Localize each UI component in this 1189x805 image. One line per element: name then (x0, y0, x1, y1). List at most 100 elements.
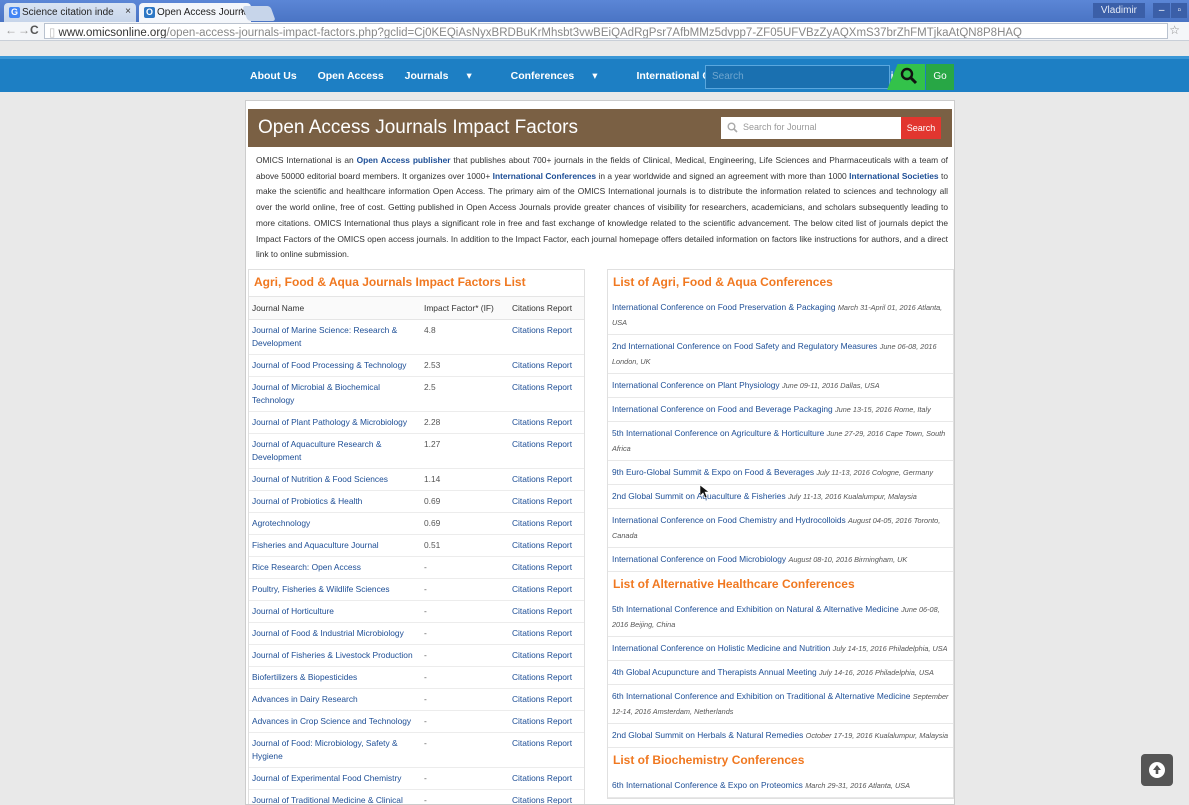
conference-link[interactable]: International Conference on Food Microbi… (608, 548, 953, 572)
open-access-publisher-link[interactable]: Open Access publisher (357, 155, 451, 165)
conference-link[interactable]: International Conference on Plant Physio… (608, 374, 953, 398)
citations-report-link[interactable]: Citations Report (509, 688, 584, 711)
window-controls[interactable]: – ▫ (1152, 3, 1187, 18)
nav-about-us[interactable]: About Us (250, 70, 297, 82)
conference-date-location: June 09-11, 2016 Dallas, USA (781, 381, 880, 390)
conference-title: 6th International Conference and Exhibit… (612, 691, 911, 701)
close-tab-icon[interactable]: × (125, 6, 131, 17)
impact-factor-value: 1.14 (421, 468, 509, 491)
conference-link[interactable]: International Conference on Food Chemist… (608, 509, 953, 548)
conference-link[interactable]: International Conference on Food and Bev… (608, 398, 953, 422)
go-button[interactable]: Go (926, 64, 954, 90)
conference-title: 6th International Conference & Expo on P… (612, 780, 803, 790)
conference-link[interactable]: 9th Euro-Global Summit & Expo on Food & … (608, 461, 953, 485)
conference-link[interactable]: 2nd International Conference on Food Saf… (608, 335, 953, 374)
conference-link[interactable]: International Conference on Food Preserv… (608, 296, 953, 335)
journal-name-link[interactable]: Advances in Dairy Research (249, 688, 421, 711)
journal-name-link[interactable]: Journal of Experimental Food Chemistry (249, 767, 421, 790)
citations-report-link[interactable]: Citations Report (509, 490, 584, 513)
citations-report-link[interactable]: Citations Report (509, 468, 584, 491)
journal-name-link[interactable]: Journal of Nutrition & Food Sciences (249, 468, 421, 491)
profile-name[interactable]: Vladimir (1092, 3, 1145, 18)
journal-name-link[interactable]: Journal of Food Processing & Technology (249, 354, 421, 377)
forward-arrow-icon[interactable]: → (18, 23, 30, 37)
journal-name-link[interactable]: Journal of Microbial & Biochemical Techn… (249, 376, 421, 412)
conference-link[interactable]: 4th Global Acupuncture and Therapists An… (608, 661, 953, 685)
conference-link[interactable]: 2nd Global Summit on Herbals & Natural R… (608, 724, 953, 748)
conference-title: International Conference on Food Preserv… (612, 302, 836, 312)
journal-name-link[interactable]: Rice Research: Open Access (249, 556, 421, 579)
conference-link[interactable]: 2nd Global Summit on Aquaculture & Fishe… (608, 485, 953, 509)
arrow-up-circle-icon (1149, 762, 1165, 778)
conference-title: International Conference on Food Microbi… (612, 554, 787, 564)
new-tab-button[interactable] (242, 6, 276, 21)
journal-name-link[interactable]: Poultry, Fisheries & Wildlife Sciences (249, 578, 421, 601)
nav-open-access[interactable]: Open Access (318, 70, 384, 82)
citations-report-link[interactable]: Citations Report (509, 319, 584, 355)
citations-report-link[interactable]: Citations Report (509, 767, 584, 790)
conference-link[interactable]: 5th International Conference and Exhibit… (608, 598, 953, 637)
journal-name-link[interactable]: Advances in Crop Science and Technology (249, 710, 421, 733)
conference-title: International Conference on Food and Bev… (612, 404, 833, 414)
citations-report-link[interactable]: Citations Report (509, 354, 584, 377)
citations-report-link[interactable]: Citations Report (509, 666, 584, 689)
citations-report-link[interactable]: Citations Report (509, 600, 584, 623)
tab-science-citation[interactable]: G Science citation inde × (4, 3, 136, 22)
citations-report-link[interactable]: Citations Report (509, 732, 584, 768)
citations-report-link[interactable]: Citations Report (509, 433, 584, 469)
journal-name-link[interactable]: Journal of Marine Science: Research & De… (249, 319, 421, 355)
hero-banner: Open Access Journals Impact Factors Sear… (248, 109, 952, 147)
journal-name-link[interactable]: Journal of Plant Pathology & Microbiolog… (249, 411, 421, 434)
journal-name-link[interactable]: Biofertilizers & Biopesticides (249, 666, 421, 689)
journal-name-link[interactable]: Journal of Food & Industrial Microbiolog… (249, 622, 421, 645)
journal-name-link[interactable]: Journal of Traditional Medicine & Clinic… (249, 789, 421, 804)
citations-report-link[interactable]: Citations Report (509, 556, 584, 579)
scroll-to-top-button[interactable] (1141, 754, 1173, 786)
journal-name-link[interactable]: Agrotechnology (249, 512, 421, 535)
nav-conferences-dropdown[interactable]: Conferences ▾ (511, 70, 616, 82)
international-conferences-link[interactable]: International Conferences (493, 171, 596, 181)
citations-report-link[interactable]: Citations Report (509, 578, 584, 601)
citations-report-link[interactable]: Citations Report (509, 622, 584, 645)
conference-link[interactable]: 6th International Conference & Expo on P… (608, 774, 953, 798)
citations-report-link[interactable]: Citations Report (509, 534, 584, 557)
journal-name-link[interactable]: Journal of Probiotics & Health (249, 490, 421, 513)
citations-report-link[interactable]: Citations Report (509, 644, 584, 667)
table-row: Rice Research: Open Access - Citations Rep… (249, 556, 584, 579)
citations-report-link[interactable]: Citations Report (509, 710, 584, 733)
conference-link[interactable]: 5th International Conference on Agricult… (608, 422, 953, 461)
page-title: Open Access Journals Impact Factors (258, 117, 578, 138)
table-row: Journal of Traditional Medicine & Clinic… (249, 789, 584, 804)
journal-name-link[interactable]: Fisheries and Aquaculture Journal (249, 534, 421, 557)
journal-name-link[interactable]: Journal of Food: Microbiology, Safety & … (249, 732, 421, 768)
main-content: Open Access Journals Impact Factors Sear… (245, 100, 955, 805)
conference-date-location: July 14-15, 2016 Philadelphia, USA (832, 644, 948, 653)
bookmark-star-icon[interactable]: ☆ (1169, 23, 1180, 37)
nav-journals-dropdown[interactable]: Journals ▾ (405, 70, 490, 82)
conference-date-location: October 17-19, 2016 Kualalumpur, Malaysi… (805, 731, 949, 740)
journal-search-input[interactable]: Search for Journal (721, 117, 901, 139)
journal-search-placeholder: Search for Journal (743, 122, 817, 132)
conference-link[interactable]: International Conference on Holistic Med… (608, 637, 953, 661)
journal-name-link[interactable]: Journal of Horticulture (249, 600, 421, 623)
conference-link[interactable]: 6th International Conference and Exhibit… (608, 685, 953, 724)
url-bar[interactable]: ▯ www.omicsonline.org/open-access-journa… (44, 23, 1168, 39)
reload-icon[interactable]: C (30, 23, 39, 37)
citations-report-link[interactable]: Citations Report (509, 376, 584, 412)
journal-name-link[interactable]: Journal of Fisheries & Livestock Product… (249, 644, 421, 667)
table-row: Journal of Fisheries & Livestock Product… (249, 644, 584, 667)
site-search-input[interactable]: Search (705, 65, 890, 89)
back-arrow-icon[interactable]: ← (5, 23, 17, 37)
journal-search-button[interactable]: Search (901, 117, 941, 139)
minimize-icon[interactable]: – (1152, 3, 1171, 18)
international-societies-link[interactable]: International Societies (849, 171, 938, 181)
conference-list-heading: List of Agri, Food & Aqua Conferences (613, 275, 833, 289)
citations-report-link[interactable]: Citations Report (509, 512, 584, 535)
citations-report-link[interactable]: Citations Report (509, 411, 584, 434)
citations-report-link[interactable]: Citations Report (509, 789, 584, 804)
caret-down-icon: ▾ (466, 70, 472, 82)
journal-name-link[interactable]: Journal of Aquaculture Research & Develo… (249, 433, 421, 469)
maximize-icon[interactable]: ▫ (1171, 3, 1187, 18)
tab-open-access-journals[interactable]: O Open Access Journals × (139, 3, 251, 22)
site-search-button[interactable] (887, 64, 925, 90)
